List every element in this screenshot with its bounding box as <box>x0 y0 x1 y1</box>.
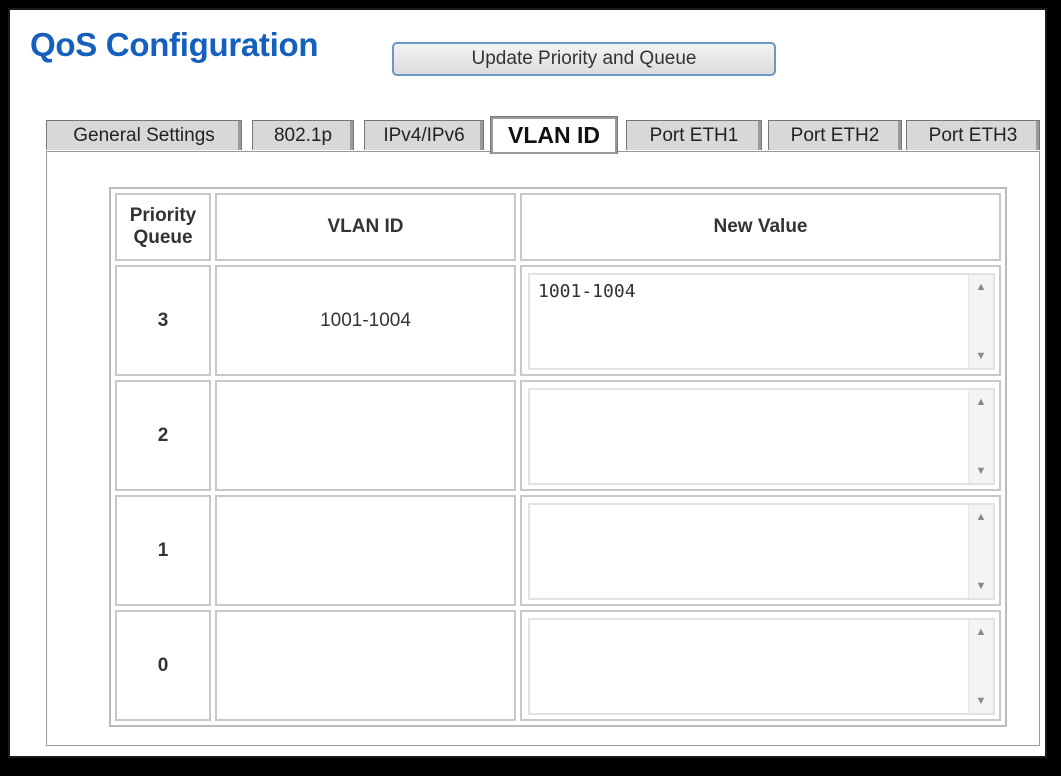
priority-cell: 1 <box>115 495 211 606</box>
new-value-cell: ▲ ▼ <box>520 380 1001 491</box>
new-value-textarea[interactable] <box>530 505 967 598</box>
priority-cell: 2 <box>115 380 211 491</box>
tab-ipv4-ipv6[interactable]: IPv4/IPv6 <box>364 120 484 150</box>
scroll-down-icon[interactable]: ▼ <box>969 695 993 707</box>
update-priority-queue-button[interactable]: Update Priority and Queue <box>392 42 776 76</box>
tab-port-eth2[interactable]: Port ETH2 <box>768 120 902 150</box>
tab-port-eth3[interactable]: Port ETH3 <box>906 120 1040 150</box>
scroll-up-icon[interactable]: ▲ <box>969 626 993 638</box>
vlan-id-cell <box>215 495 516 606</box>
vlan-id-panel: Priority Queue VLAN ID New Value 3 1001-… <box>46 151 1040 746</box>
new-value-field-wrapper: ▲ ▼ <box>528 273 995 370</box>
textarea-scrollbar[interactable]: ▲ ▼ <box>968 505 993 598</box>
table-header-row: Priority Queue VLAN ID New Value <box>115 193 1001 261</box>
priority-cell: 0 <box>115 610 211 721</box>
table-row: 1 ▲ ▼ <box>115 495 1001 606</box>
header-vlan-id: VLAN ID <box>215 193 516 261</box>
priority-cell: 3 <box>115 265 211 376</box>
scroll-down-icon[interactable]: ▼ <box>969 350 993 362</box>
tab-general-settings[interactable]: General Settings <box>46 120 242 150</box>
textarea-scrollbar[interactable]: ▲ ▼ <box>968 275 993 368</box>
header-priority-queue: Priority Queue <box>115 193 211 261</box>
page-title: QoS Configuration <box>30 26 319 63</box>
textarea-scrollbar[interactable]: ▲ ▼ <box>968 390 993 483</box>
new-value-cell: ▲ ▼ <box>520 495 1001 606</box>
tab-802-1p[interactable]: 802.1p <box>252 120 354 150</box>
qos-config-page: QoS Configuration Update Priority and Qu… <box>8 8 1053 768</box>
scroll-up-icon[interactable]: ▲ <box>969 281 993 293</box>
textarea-scrollbar[interactable]: ▲ ▼ <box>968 620 993 713</box>
header-new-value: New Value <box>520 193 1001 261</box>
new-value-field-wrapper: ▲ ▼ <box>528 388 995 485</box>
tab-port-eth1[interactable]: Port ETH1 <box>626 120 762 150</box>
new-value-textarea[interactable] <box>530 275 967 368</box>
scroll-down-icon[interactable]: ▼ <box>969 580 993 592</box>
table-row: 0 ▲ ▼ <box>115 610 1001 721</box>
priority-queue-table: Priority Queue VLAN ID New Value 3 1001-… <box>109 187 1007 727</box>
vlan-id-cell <box>215 610 516 721</box>
new-value-cell: ▲ ▼ <box>520 265 1001 376</box>
table-row: 2 ▲ ▼ <box>115 380 1001 491</box>
tab-bar: General Settings 802.1p IPv4/IPv6 VLAN I… <box>46 116 1040 154</box>
new-value-cell: ▲ ▼ <box>520 610 1001 721</box>
header-queue-label: Queue <box>133 227 193 248</box>
new-value-field-wrapper: ▲ ▼ <box>528 618 995 715</box>
header-priority-label: Priority <box>129 205 197 226</box>
tab-vlan-id[interactable]: VLAN ID <box>490 116 618 154</box>
new-value-textarea[interactable] <box>530 390 967 483</box>
scroll-up-icon[interactable]: ▲ <box>969 511 993 523</box>
new-value-field-wrapper: ▲ ▼ <box>528 503 995 600</box>
scroll-up-icon[interactable]: ▲ <box>969 396 993 408</box>
vlan-id-cell: 1001-1004 <box>215 265 516 376</box>
vlan-id-cell <box>215 380 516 491</box>
table-row: 3 1001-1004 ▲ ▼ <box>115 265 1001 376</box>
scroll-down-icon[interactable]: ▼ <box>969 465 993 477</box>
new-value-textarea[interactable] <box>530 620 967 713</box>
